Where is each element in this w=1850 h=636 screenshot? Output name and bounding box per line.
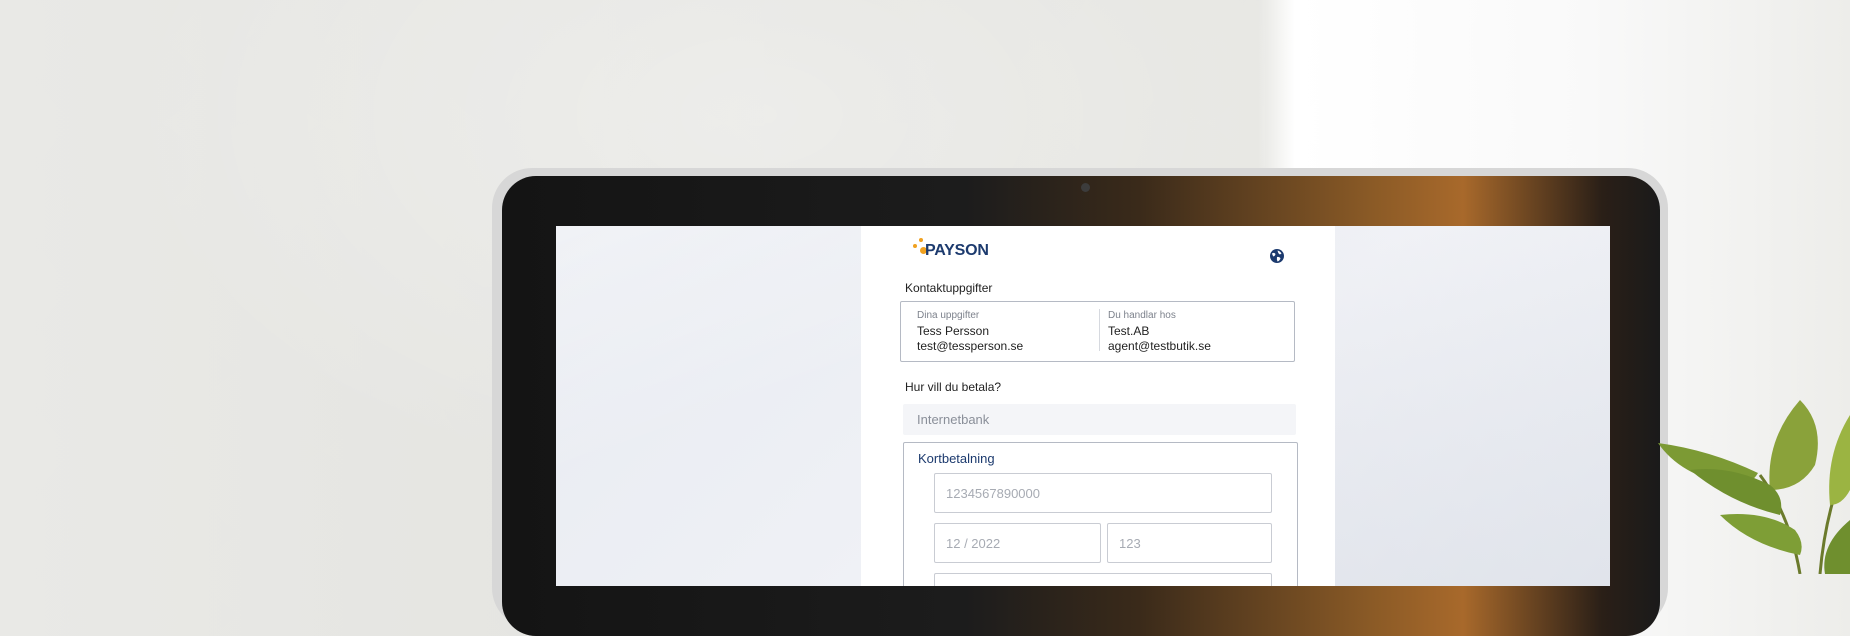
payment-method-label: Internetbank bbox=[917, 412, 990, 427]
buyer-label: Dina uppgifter bbox=[917, 310, 980, 321]
logo-dot bbox=[913, 244, 917, 248]
logo-text: PAYSON bbox=[925, 242, 989, 259]
card-form-next-field[interactable] bbox=[934, 573, 1272, 586]
payment-method-internetbank[interactable]: Internetbank bbox=[903, 404, 1296, 435]
card-payment-title: Kortbetalning bbox=[918, 451, 995, 466]
background-facet-left bbox=[556, 226, 861, 586]
webcam bbox=[1081, 183, 1090, 192]
buyer-name: Tess Persson bbox=[917, 324, 990, 338]
seller-name: Test.AB bbox=[1108, 324, 1150, 338]
contact-section-title: Kontaktuppgifter bbox=[905, 281, 993, 295]
seller-details: Du handlar hos Test.AB agent@testbutik.s… bbox=[1108, 310, 1211, 354]
seller-email: agent@testbutik.se bbox=[1108, 339, 1211, 353]
globe-icon[interactable] bbox=[1269, 248, 1285, 264]
buyer-details: Dina uppgifter Tess Persson test@tessper… bbox=[917, 310, 1023, 354]
payson-logo: PAYSON bbox=[911, 238, 1001, 260]
laptop-screen: PAYSON Kontaktuppgifter Dina uppgifter T… bbox=[556, 226, 1610, 586]
card-expiry-input[interactable] bbox=[934, 523, 1101, 563]
card-number-input[interactable] bbox=[934, 473, 1272, 513]
payment-section-title: Hur vill du betala? bbox=[905, 380, 1002, 394]
card-cvc-input[interactable] bbox=[1107, 523, 1272, 563]
payment-method-card[interactable]: Kortbetalning bbox=[903, 442, 1298, 586]
contact-divider bbox=[1099, 309, 1100, 351]
checkout-panel: PAYSON Kontaktuppgifter Dina uppgifter T… bbox=[861, 226, 1335, 586]
logo-dot bbox=[919, 238, 923, 242]
plant-leaves bbox=[1658, 400, 1850, 574]
background-facet-right bbox=[1335, 226, 1610, 586]
buyer-email: test@tessperson.se bbox=[917, 339, 1024, 353]
contact-details-box: Dina uppgifter Tess Persson test@tessper… bbox=[900, 301, 1295, 362]
seller-label: Du handlar hos bbox=[1108, 310, 1176, 321]
